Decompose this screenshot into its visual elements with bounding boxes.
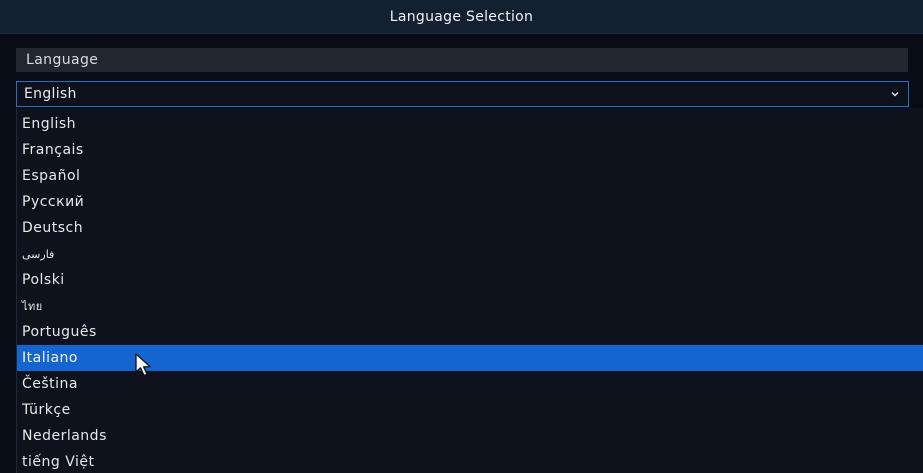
language-option-persian[interactable]: فارسی <box>17 241 923 267</box>
chevron-down-icon[interactable] <box>890 89 900 99</box>
language-selection-screen: Language Selection Language English Engl… <box>0 0 923 473</box>
mouse-pointer-icon <box>135 353 151 377</box>
language-option-english[interactable]: English <box>17 111 923 137</box>
language-select-value: English <box>24 86 77 102</box>
language-section-header: Language <box>16 48 908 72</box>
language-select[interactable]: English <box>16 81 909 107</box>
language-option-polski[interactable]: Polski <box>17 267 923 293</box>
language-option-turkce[interactable]: Türkçe <box>17 397 923 423</box>
language-option-espanol[interactable]: Español <box>17 163 923 189</box>
language-dropdown-list: English Français Español Русский Deutsch… <box>16 108 923 473</box>
language-option-portugues[interactable]: Português <box>17 319 923 345</box>
language-option-francais[interactable]: Français <box>17 137 923 163</box>
dialog-title: Language Selection <box>0 0 923 34</box>
language-option-vietnamese[interactable]: tiếng Việt <box>17 449 923 473</box>
language-option-russian[interactable]: Русский <box>17 189 923 215</box>
language-option-deutsch[interactable]: Deutsch <box>17 215 923 241</box>
language-option-thai[interactable]: ไทย <box>17 293 923 319</box>
language-option-nederlands[interactable]: Nederlands <box>17 423 923 449</box>
